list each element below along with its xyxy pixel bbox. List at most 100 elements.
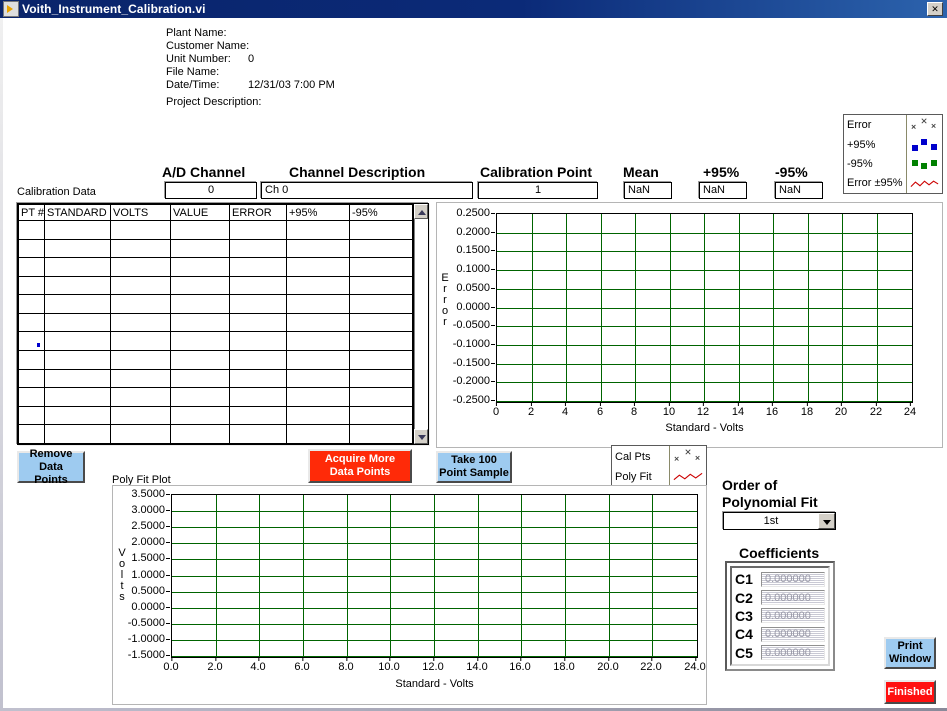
table-cell[interactable]	[18, 368, 45, 389]
table-cell[interactable]	[44, 312, 111, 333]
table-cell[interactable]	[229, 387, 287, 407]
table-cell[interactable]	[110, 331, 171, 352]
table-cell[interactable]	[286, 405, 350, 426]
print-window-button[interactable]: Print Window	[884, 637, 936, 669]
table-cell[interactable]	[229, 275, 287, 296]
table-cell[interactable]	[110, 405, 171, 426]
close-icon[interactable]: ✕	[927, 2, 943, 16]
table-row[interactable]	[18, 220, 413, 240]
table-cell[interactable]	[18, 294, 45, 314]
column-header-plus95[interactable]: +95%	[286, 204, 350, 221]
poly-order-select[interactable]: 1st	[723, 512, 836, 530]
table-cell[interactable]	[110, 424, 171, 444]
column-header-pt[interactable]: PT #	[18, 204, 45, 221]
table-cell[interactable]	[170, 350, 230, 370]
table-cell[interactable]	[286, 238, 350, 259]
scroll-up-arrow-icon[interactable]	[414, 204, 428, 219]
table-cell[interactable]	[229, 220, 287, 240]
table-cell[interactable]	[18, 238, 45, 259]
table-cell[interactable]	[44, 294, 111, 314]
table-cell[interactable]	[170, 405, 230, 426]
table-cell[interactable]	[229, 405, 287, 426]
table-cell[interactable]	[286, 368, 350, 389]
table-cell[interactable]	[229, 257, 287, 277]
table-cell[interactable]	[229, 294, 287, 314]
table-cell[interactable]	[349, 220, 413, 240]
table-cell[interactable]	[170, 275, 230, 296]
table-cell[interactable]	[286, 331, 350, 352]
table-cell[interactable]	[44, 350, 111, 370]
table-cell[interactable]	[286, 387, 350, 407]
table-cell[interactable]	[18, 331, 45, 352]
table-cell[interactable]	[349, 238, 413, 259]
table-cell[interactable]	[44, 405, 111, 426]
table-cell[interactable]	[18, 350, 45, 370]
table-cell[interactable]	[229, 424, 287, 444]
table-row[interactable]	[18, 238, 413, 259]
table-scrollbar[interactable]	[413, 204, 428, 444]
chevron-down-icon[interactable]	[818, 513, 835, 529]
table-cell[interactable]	[18, 405, 45, 426]
table-cell[interactable]	[44, 331, 111, 352]
table-cell[interactable]	[18, 424, 45, 444]
poly-fit-legend[interactable]: Cal Pts Poly Fit	[611, 445, 707, 488]
table-row[interactable]	[18, 312, 413, 333]
take-100-point-sample-button[interactable]: Take 100 Point Sample	[436, 451, 512, 483]
table-row[interactable]	[18, 405, 413, 426]
table-cell[interactable]	[286, 294, 350, 314]
table-row[interactable]	[18, 257, 413, 277]
table-cell[interactable]	[286, 350, 350, 370]
table-cell[interactable]	[110, 257, 171, 277]
table-cell[interactable]	[286, 275, 350, 296]
table-cell[interactable]	[18, 387, 45, 407]
table-cell[interactable]	[286, 220, 350, 240]
table-cell[interactable]	[170, 424, 230, 444]
table-cell[interactable]	[286, 257, 350, 277]
table-cell[interactable]	[170, 238, 230, 259]
table-cell[interactable]	[349, 368, 413, 389]
table-cell[interactable]	[229, 350, 287, 370]
remove-data-points-button[interactable]: Remove Data Points	[17, 448, 85, 486]
column-header-minus95[interactable]: -95%	[349, 204, 413, 221]
table-cell[interactable]	[349, 331, 413, 352]
poly-fit-plot-area[interactable]	[171, 494, 698, 658]
column-header-standard[interactable]: STANDARD	[44, 204, 111, 221]
table-cell[interactable]	[110, 350, 171, 370]
table-cell[interactable]	[170, 331, 230, 352]
table-cell[interactable]	[229, 312, 287, 333]
table-cell[interactable]	[110, 368, 171, 389]
table-cell[interactable]	[229, 331, 287, 352]
table-cell[interactable]	[44, 220, 111, 240]
table-cell[interactable]	[18, 220, 45, 240]
error-chart-plot-area[interactable]	[496, 213, 913, 403]
table-row[interactable]	[18, 424, 413, 444]
table-cell[interactable]	[44, 424, 111, 444]
table-cell[interactable]	[44, 275, 111, 296]
table-cell[interactable]	[110, 294, 171, 314]
calibration-point-input[interactable]: 1	[478, 182, 598, 199]
table-cell[interactable]	[18, 312, 45, 333]
table-cell[interactable]	[349, 424, 413, 444]
table-cell[interactable]	[18, 257, 45, 277]
table-cell[interactable]	[349, 257, 413, 277]
table-cell[interactable]	[110, 387, 171, 407]
column-header-value[interactable]: VALUE	[170, 204, 230, 221]
table-cell[interactable]	[170, 294, 230, 314]
table-cell[interactable]	[349, 405, 413, 426]
table-cell[interactable]	[286, 424, 350, 444]
table-cell[interactable]	[170, 387, 230, 407]
column-header-volts[interactable]: VOLTS	[110, 204, 171, 221]
table-cell[interactable]	[170, 220, 230, 240]
table-cell[interactable]	[349, 312, 413, 333]
finished-button[interactable]: Finished	[884, 680, 936, 704]
table-row[interactable]	[18, 350, 413, 370]
table-cell[interactable]	[110, 220, 171, 240]
table-cell[interactable]	[349, 275, 413, 296]
table-cell[interactable]	[286, 312, 350, 333]
table-cell[interactable]	[349, 294, 413, 314]
table-row[interactable]	[18, 275, 413, 296]
table-cell[interactable]	[229, 238, 287, 259]
acquire-more-data-points-button[interactable]: Acquire More Data Points	[308, 449, 412, 483]
table-cell[interactable]	[44, 387, 111, 407]
table-row[interactable]	[18, 294, 413, 314]
